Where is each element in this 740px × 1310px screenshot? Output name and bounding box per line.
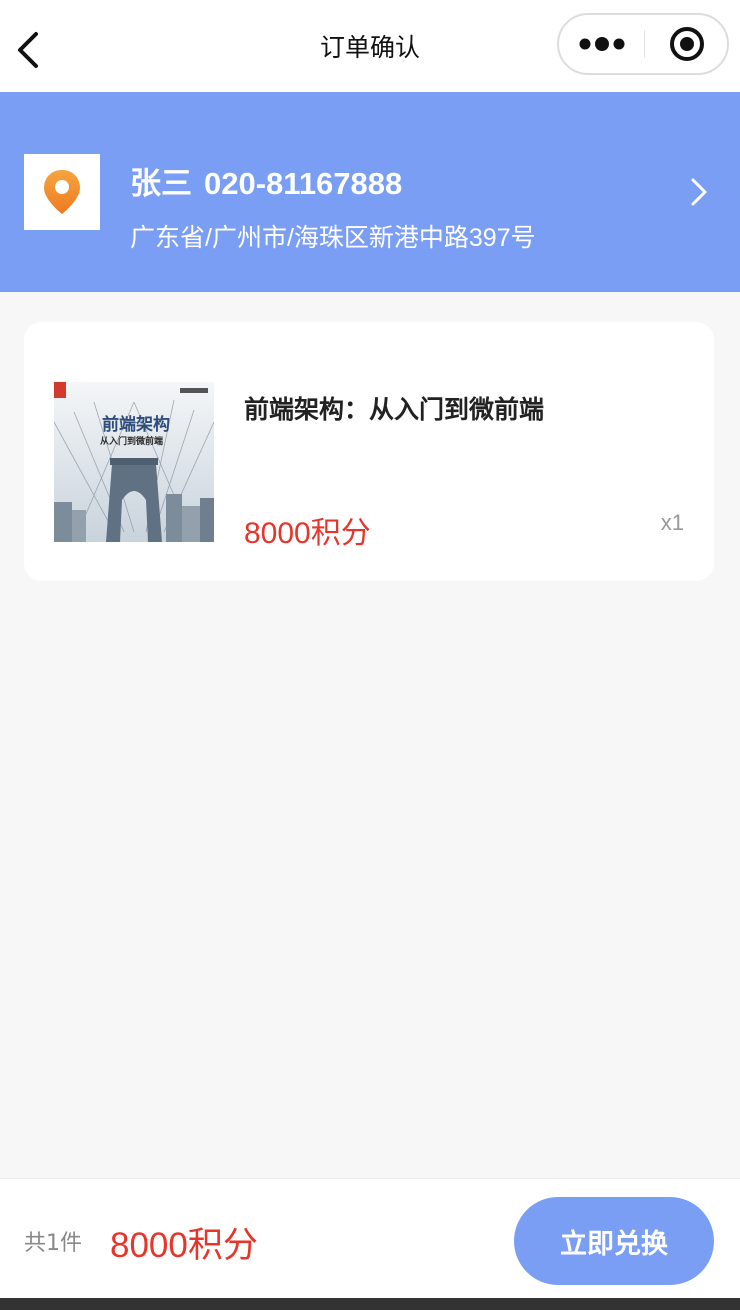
address-icon-circle — [27, 157, 97, 227]
redeem-now-button[interactable]: 立即兑换 — [514, 1197, 714, 1285]
cover-main-title: 前端架构 — [102, 414, 170, 435]
product-price: 8000积分 — [244, 517, 371, 550]
item-count: 共1件 — [24, 1231, 82, 1256]
chevron-right-icon — [691, 178, 707, 206]
location-pin-icon — [44, 170, 80, 214]
bottom-system-strip — [0, 1298, 740, 1310]
cover-sub-title: 从入门到微前端 — [100, 435, 163, 447]
navigation-bar: 订单确认 — [0, 0, 740, 92]
recipient-name: 张三 — [130, 166, 192, 201]
mini-program-capsule — [557, 13, 729, 75]
address-arrow-button[interactable] — [684, 176, 714, 208]
product-cover-image: 前端架构 从入门到微前端 — [54, 382, 214, 542]
recipient-phone: 020-81167888 — [204, 166, 403, 201]
product-quantity: x1 — [660, 510, 684, 535]
book-cover-illustration: 前端架构 从入门到微前端 — [54, 382, 214, 542]
address-detail: 广东省/广州市/海珠区新港中路397号 — [130, 224, 536, 252]
address-icon-box — [24, 154, 100, 230]
recipient-name-phone: 张三 020-81167888 — [130, 158, 402, 203]
product-card: 前端架构 从入门到微前端 前端架构：从入门到微前端 8000积分 x1 — [24, 322, 714, 581]
address-selector[interactable]: 张三 020-81167888 广东省/广州市/海珠区新港中路397号 — [0, 92, 740, 292]
product-title: 前端架构：从入门到微前端 — [244, 395, 545, 424]
target-circle-icon — [670, 27, 704, 61]
total-points: 8000积分 — [110, 1226, 258, 1265]
more-menu-button[interactable] — [559, 15, 645, 73]
more-dots-icon — [579, 37, 625, 51]
close-mini-program-button[interactable] — [645, 15, 729, 73]
checkout-bar: 共1件 8000积分 立即兑换 — [0, 1178, 740, 1298]
